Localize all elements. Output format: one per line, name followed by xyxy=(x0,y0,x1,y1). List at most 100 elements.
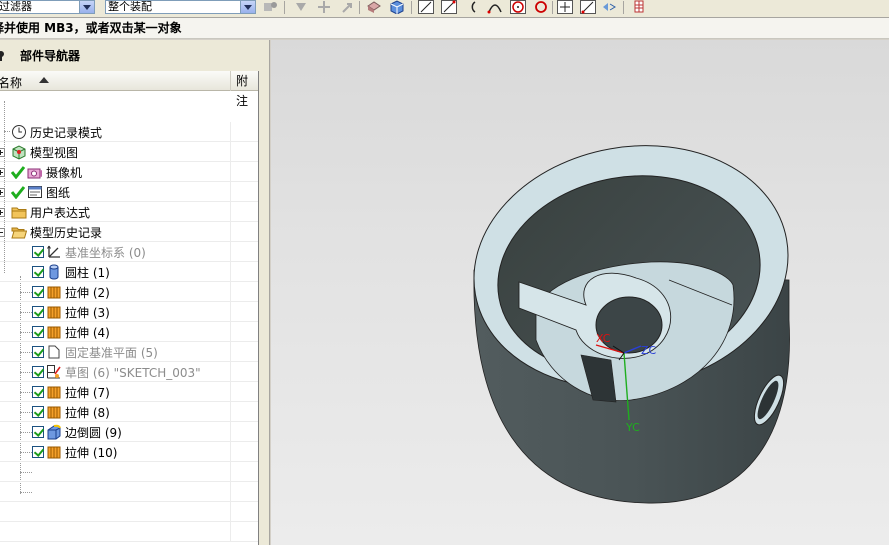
checkmark-icon[interactable] xyxy=(11,165,25,179)
table-grid-icon[interactable] xyxy=(633,0,649,14)
graphics-viewport[interactable]: XC ZC YC xyxy=(271,40,889,545)
navigator-tree: 名称 附注 历史记录模式 模型视图 摄像机 图纸 用户表达式 模型历史记录 基准… xyxy=(0,71,259,545)
selection-scope-value: 整个装配 xyxy=(108,0,152,13)
column-divider xyxy=(230,122,231,142)
column-divider xyxy=(230,222,231,242)
visibility-checkbox[interactable] xyxy=(32,386,44,398)
tree-item-extrude-8[interactable]: 拉伸 (8) xyxy=(0,402,258,422)
shaded-view-icon[interactable] xyxy=(366,0,382,14)
arc-tool-icon[interactable] xyxy=(464,0,480,14)
column-divider xyxy=(230,522,231,542)
collapse-icon[interactable] xyxy=(0,228,5,237)
tree-item-label: 模型视图 xyxy=(30,146,79,160)
notes-column-header[interactable]: 附注 xyxy=(230,71,258,108)
tree-item-cylinder[interactable]: 圆柱 (1) xyxy=(0,262,258,282)
tree-item-label: 圆柱 (1) xyxy=(65,266,110,280)
type-filter-dropdown[interactable]: 过滤器 xyxy=(0,0,95,14)
tree-item-label: 拉伸 (7) xyxy=(65,386,110,400)
expand-icon[interactable] xyxy=(0,188,5,197)
tree-item-model-views[interactable]: 模型视图 xyxy=(0,142,258,162)
visibility-checkbox[interactable] xyxy=(32,446,44,458)
tree-item-label: 拉伸 (2) xyxy=(65,286,110,300)
toolbar-divider xyxy=(411,1,412,14)
tree-item-extrude-7[interactable]: 拉伸 (7) xyxy=(0,382,258,402)
column-divider xyxy=(230,342,231,362)
sketch-icon xyxy=(47,365,61,379)
tree-item-label: 历史记录模式 xyxy=(30,126,103,140)
visibility-checkbox[interactable] xyxy=(32,406,44,418)
empty-row xyxy=(0,482,258,502)
cylinder-icon xyxy=(49,264,59,280)
arc-three-point-icon[interactable] xyxy=(487,0,503,14)
visibility-checkbox[interactable] xyxy=(32,266,44,278)
tree-item-sketch[interactable]: 草图 (6) "SKETCH_003" xyxy=(0,362,258,382)
tree-item-edge-blend[interactable]: 边倒圆 (9) xyxy=(0,422,258,442)
line-point-tool-icon[interactable] xyxy=(441,0,457,14)
visibility-checkbox[interactable] xyxy=(32,366,44,378)
column-divider xyxy=(230,282,231,302)
offset-curve-icon[interactable] xyxy=(580,0,596,14)
tree-item-label: 固定基准平面 (5) xyxy=(65,346,158,360)
tree-item-history-mode[interactable]: 历史记录模式 xyxy=(0,122,258,142)
visibility-checkbox[interactable] xyxy=(32,286,44,298)
circle-center-icon[interactable] xyxy=(510,0,526,14)
tree-item-drawings[interactable]: 图纸 xyxy=(0,182,258,202)
tree-item-user-expressions[interactable]: 用户表达式 xyxy=(0,202,258,222)
visibility-checkbox[interactable] xyxy=(32,326,44,338)
tree-item-datum-plane[interactable]: 固定基准平面 (5) xyxy=(0,342,258,362)
column-divider xyxy=(230,142,231,162)
part-navigator-title: 部件导航器 xyxy=(20,49,81,63)
column-divider xyxy=(230,402,231,422)
part-model[interactable]: XC ZC YC xyxy=(271,40,889,545)
extrude-icon xyxy=(47,306,61,319)
pin-icon[interactable] xyxy=(0,51,5,61)
line-tool-icon[interactable] xyxy=(418,0,434,14)
empty-row xyxy=(0,522,258,542)
tree-item-extrude-3[interactable]: 拉伸 (3) xyxy=(0,302,258,322)
tree-item-camera[interactable]: 摄像机 xyxy=(0,162,258,182)
tree-item-extrude-2[interactable]: 拉伸 (2) xyxy=(0,282,258,302)
point-tool-icon[interactable] xyxy=(557,0,573,14)
name-column-header[interactable]: 名称 xyxy=(0,74,22,91)
snap-arrow-icon[interactable] xyxy=(339,0,355,14)
extrude-icon xyxy=(47,386,61,399)
visibility-checkbox[interactable] xyxy=(32,246,44,258)
column-divider xyxy=(230,182,231,202)
curve-tools-icon[interactable] xyxy=(601,0,617,14)
chevron-down-icon[interactable] xyxy=(240,1,255,13)
visibility-checkbox[interactable] xyxy=(32,346,44,358)
clock-icon xyxy=(12,125,26,139)
folder-icon xyxy=(11,207,27,219)
datum-csys-icon xyxy=(47,245,60,258)
column-divider xyxy=(230,262,231,282)
snap-point-icon[interactable] xyxy=(293,0,309,14)
extrude-icon xyxy=(47,286,61,299)
selection-filter-icon[interactable] xyxy=(262,0,278,14)
tree-item-label: 模型历史记录 xyxy=(30,226,103,240)
circle-tool-icon[interactable] xyxy=(533,0,549,14)
tree-item-extrude-4[interactable]: 拉伸 (4) xyxy=(0,322,258,342)
model-view-icon xyxy=(12,145,26,160)
column-divider xyxy=(230,162,231,182)
tree-item-label: 拉伸 (8) xyxy=(65,406,110,420)
tree-item-extrude-10[interactable]: 拉伸 (10) xyxy=(0,442,258,462)
expand-icon[interactable] xyxy=(0,148,5,157)
visibility-checkbox[interactable] xyxy=(32,426,44,438)
snap-cross-icon[interactable] xyxy=(316,0,332,14)
column-divider xyxy=(230,482,231,502)
checkmark-icon[interactable] xyxy=(11,185,25,199)
empty-row xyxy=(0,502,258,522)
tree-item-label: 拉伸 (10) xyxy=(65,446,118,460)
tree-item-label: 摄像机 xyxy=(46,166,83,180)
chevron-down-icon[interactable] xyxy=(79,1,94,13)
selection-scope-dropdown[interactable]: 整个装配 xyxy=(105,0,256,14)
tree-item-datum-csys[interactable]: 基准坐标系 (0) xyxy=(0,242,258,262)
toolbar-divider xyxy=(623,1,624,14)
edge-blend-icon xyxy=(47,424,61,440)
tree-item-model-history[interactable]: 模型历史记录 xyxy=(0,222,258,242)
visibility-checkbox[interactable] xyxy=(32,306,44,318)
expand-icon[interactable] xyxy=(0,208,5,217)
cube-view-icon[interactable] xyxy=(389,0,405,14)
expand-icon[interactable] xyxy=(0,168,5,177)
empty-row xyxy=(0,462,258,482)
